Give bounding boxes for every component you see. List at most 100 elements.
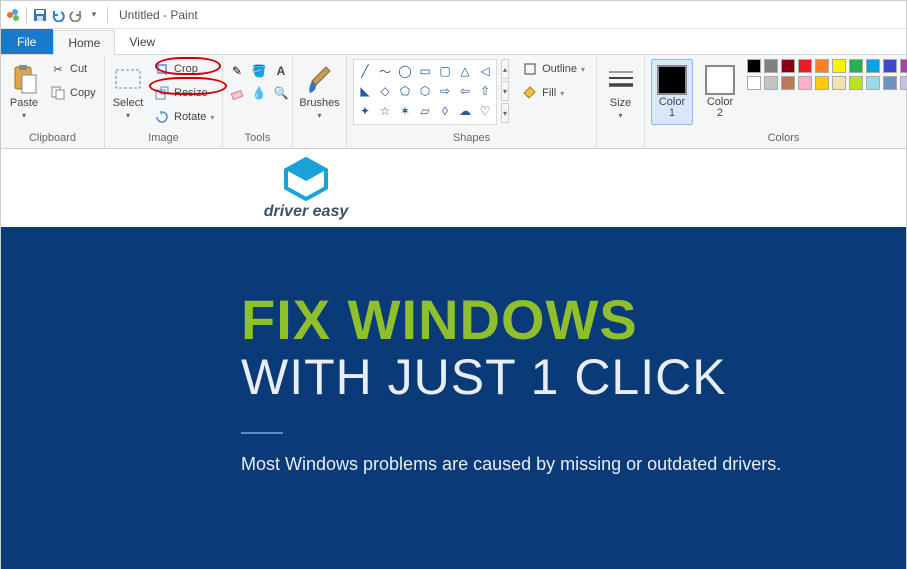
brush-icon xyxy=(304,64,336,96)
palette-swatch[interactable] xyxy=(832,76,846,90)
shape-arrowl-icon[interactable]: ⇦ xyxy=(456,82,474,100)
save-icon[interactable] xyxy=(32,7,48,23)
group-image: Select Crop Resize xyxy=(105,55,223,148)
shape-callout2-icon[interactable]: ◊ xyxy=(436,102,454,120)
paste-button[interactable]: Paste xyxy=(7,59,41,125)
outline-button[interactable]: Outline xyxy=(517,59,590,79)
redo-icon[interactable] xyxy=(68,7,84,23)
palette-swatch[interactable] xyxy=(764,76,778,90)
shape-curve-icon[interactable]: 〜 xyxy=(376,62,394,80)
palette-swatch[interactable] xyxy=(781,76,795,90)
palette-swatch[interactable] xyxy=(747,59,761,73)
color1-button[interactable]: Color 1 xyxy=(651,59,693,125)
gallery-up-icon[interactable]: ▴ xyxy=(501,59,509,79)
separator xyxy=(107,7,108,23)
palette-swatch[interactable] xyxy=(849,59,863,73)
palette-swatch[interactable] xyxy=(832,59,846,73)
palette-swatch[interactable] xyxy=(900,76,907,90)
palette-swatch[interactable] xyxy=(883,76,897,90)
shape-polygon-icon[interactable]: △ xyxy=(456,62,474,80)
palette-swatch[interactable] xyxy=(747,76,761,90)
hero-section: FIX WINDOWS WITH JUST 1 CLICK Most Windo… xyxy=(1,227,906,569)
palette-swatch[interactable] xyxy=(849,76,863,90)
chevron-down-icon xyxy=(22,111,26,120)
cut-button[interactable]: ✂ Cut xyxy=(45,59,101,79)
palette-swatch[interactable] xyxy=(764,59,778,73)
app-icon xyxy=(5,7,21,23)
group-label-clipboard: Clipboard xyxy=(7,130,98,148)
shape-triangle-icon[interactable]: ◁ xyxy=(476,62,494,80)
crop-button[interactable]: Crop xyxy=(149,59,219,79)
chevron-down-icon xyxy=(126,111,130,120)
shape-callout1-icon[interactable]: ▱ xyxy=(416,102,434,120)
palette-swatch[interactable] xyxy=(866,59,880,73)
hero-heading-2: WITH JUST 1 CLICK xyxy=(241,348,906,406)
logo-band: driver easy xyxy=(1,149,906,227)
select-button[interactable]: Select xyxy=(111,59,145,125)
palette-swatch[interactable] xyxy=(781,59,795,73)
ribbon: Paste ✂ Cut Copy Clipboard xyxy=(1,55,906,149)
group-label-image: Image xyxy=(111,130,216,148)
tab-home[interactable]: Home xyxy=(53,30,115,55)
shape-star5-icon[interactable]: ☆ xyxy=(376,102,394,120)
shapes-gallery[interactable]: ╱ 〜 ◯ ▭ ▢ △ ◁ ◣ ◇ ⬠ ⬡ ⇨ ⇦ ⇧ ✦ ☆ ✶ ▱ ◊ ☁ xyxy=(353,59,497,125)
shape-heart-icon[interactable]: ♡ xyxy=(476,102,494,120)
qat-customize-icon[interactable]: ▾ xyxy=(86,7,102,23)
shape-line-icon[interactable]: ╱ xyxy=(356,62,374,80)
color1-label: Color 1 xyxy=(659,97,685,119)
shape-diamond-icon[interactable]: ◇ xyxy=(376,82,394,100)
shape-pentagon-icon[interactable]: ⬠ xyxy=(396,82,414,100)
window-title: Untitled - Paint xyxy=(119,8,198,22)
shape-arrowu-icon[interactable]: ⇧ xyxy=(476,82,494,100)
fill-button[interactable]: Fill xyxy=(517,83,590,103)
palette-swatch[interactable] xyxy=(798,59,812,73)
palette-swatch[interactable] xyxy=(815,59,829,73)
pencil-icon[interactable]: ✎ xyxy=(229,63,245,79)
shape-arrowr-icon[interactable]: ⇨ xyxy=(436,82,454,100)
shape-oval-icon[interactable]: ◯ xyxy=(396,62,414,80)
palette-swatch[interactable] xyxy=(798,76,812,90)
group-label-tools: Tools xyxy=(229,130,286,148)
shape-roundrect-icon[interactable]: ▢ xyxy=(436,62,454,80)
shape-star4-icon[interactable]: ✦ xyxy=(356,102,374,120)
shape-hexagon-icon[interactable]: ⬡ xyxy=(416,82,434,100)
brushes-button[interactable]: Brushes xyxy=(298,59,340,125)
size-button[interactable]: Size xyxy=(603,59,638,125)
rotate-label: Rotate xyxy=(174,111,206,123)
hero-heading-1: FIX WINDOWS xyxy=(241,287,906,352)
tab-file[interactable]: File xyxy=(1,29,53,54)
magnifier-icon[interactable]: 🔍 xyxy=(273,85,289,101)
paste-icon xyxy=(8,64,40,96)
size-icon xyxy=(605,64,637,96)
shape-star6-icon[interactable]: ✶ xyxy=(396,102,414,120)
gallery-down-icon[interactable]: ▾ xyxy=(501,81,509,101)
palette-swatch[interactable] xyxy=(883,59,897,73)
undo-icon[interactable] xyxy=(50,7,66,23)
shape-cloud-icon[interactable]: ☁ xyxy=(456,102,474,120)
palette-swatch[interactable] xyxy=(866,76,880,90)
bucket-icon[interactable]: 🪣 xyxy=(251,63,267,79)
copy-button[interactable]: Copy xyxy=(45,83,101,103)
group-shapes: ╱ 〜 ◯ ▭ ▢ △ ◁ ◣ ◇ ⬠ ⬡ ⇨ ⇦ ⇧ ✦ ☆ ✶ ▱ ◊ ☁ xyxy=(347,55,597,148)
shape-righttri-icon[interactable]: ◣ xyxy=(356,82,374,100)
color2-button[interactable]: Color 2 xyxy=(699,59,741,125)
gallery-more-icon[interactable]: ▾ xyxy=(501,103,509,123)
eyedropper-icon[interactable]: 💧 xyxy=(251,85,267,101)
rotate-button[interactable]: Rotate xyxy=(149,107,219,127)
resize-button[interactable]: Resize xyxy=(149,83,219,103)
shape-rect-icon[interactable]: ▭ xyxy=(416,62,434,80)
outline-label: Outline xyxy=(542,63,577,75)
group-label-colors: Colors xyxy=(651,130,907,148)
canvas-area[interactable]: driver easy FIX WINDOWS WITH JUST 1 CLIC… xyxy=(1,149,906,569)
fill-icon xyxy=(522,85,538,101)
paste-label: Paste xyxy=(10,98,38,109)
palette-swatch[interactable] xyxy=(815,76,829,90)
text-icon[interactable]: A xyxy=(273,63,289,79)
group-label-shapes: Shapes xyxy=(353,130,590,148)
hero-body-text: Most Windows problems are caused by miss… xyxy=(241,454,906,475)
palette-swatch[interactable] xyxy=(900,59,907,73)
tab-view[interactable]: View xyxy=(115,29,170,54)
group-colors: Color 1 Color 2 Colors xyxy=(645,55,907,148)
eraser-icon[interactable] xyxy=(229,85,245,101)
title-bar: ▾ Untitled - Paint xyxy=(1,1,906,29)
